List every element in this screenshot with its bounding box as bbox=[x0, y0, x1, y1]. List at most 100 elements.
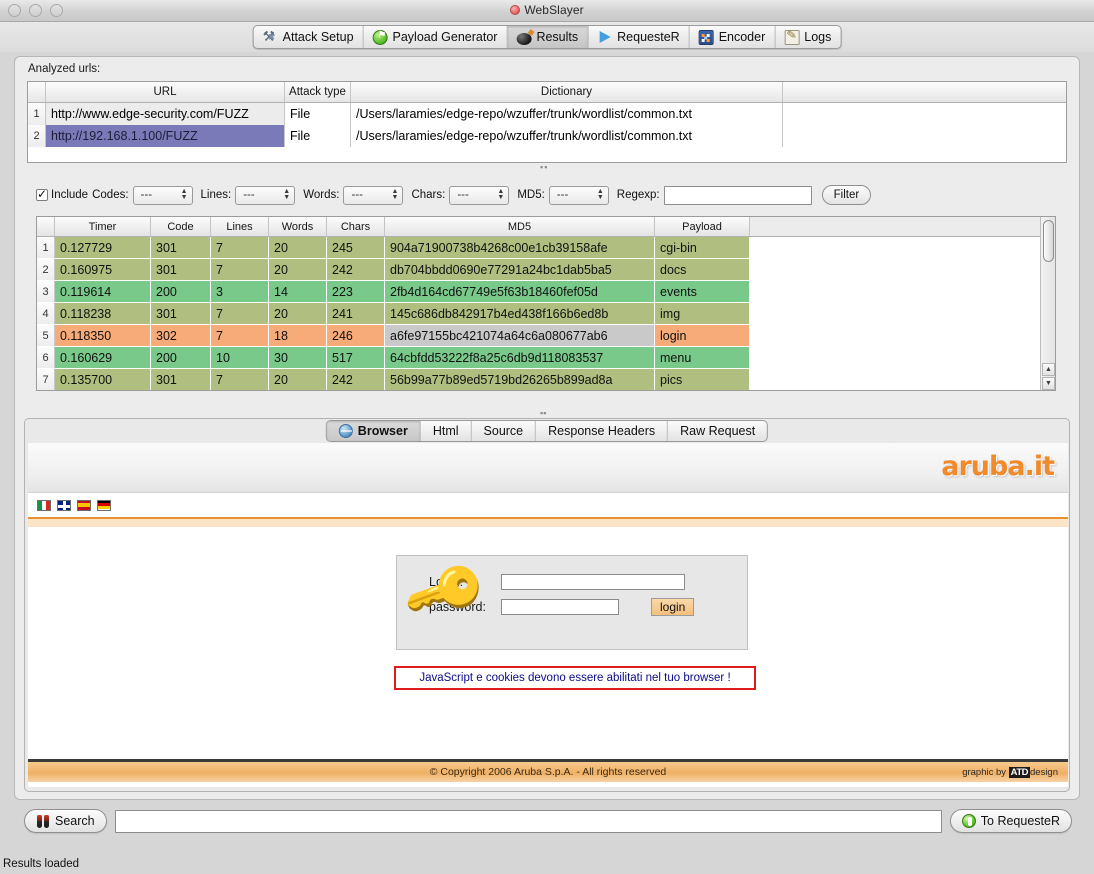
res-cell-chars[interactable]: 517 bbox=[327, 347, 385, 369]
italy-flag-icon[interactable] bbox=[37, 499, 51, 511]
res-cell-chars[interactable]: 242 bbox=[327, 259, 385, 281]
tab-encoder[interactable]: Encoder bbox=[690, 26, 776, 48]
res-col-words[interactable]: Words bbox=[269, 217, 327, 236]
analyzed-urls-table[interactable]: URL Attack type Dictionary 1 http://www.… bbox=[27, 81, 1067, 163]
tab-attack-setup[interactable]: Attack Setup bbox=[254, 26, 364, 48]
login-input[interactable] bbox=[501, 574, 685, 590]
res-cell-code[interactable]: 301 bbox=[151, 369, 211, 390]
res-cell-chars[interactable]: 242 bbox=[327, 369, 385, 390]
uk-flag-icon[interactable] bbox=[57, 499, 71, 511]
res-cell-md5[interactable]: a6fe97155bc421074a64c6a080677ab6 bbox=[385, 325, 655, 347]
res-col-code[interactable]: Code bbox=[151, 217, 211, 236]
res-cell-index[interactable]: 6 bbox=[37, 347, 55, 369]
tab-browser[interactable]: Browser bbox=[326, 421, 421, 441]
url-row-attack-type[interactable]: File bbox=[285, 103, 351, 125]
res-cell-index[interactable]: 5 bbox=[37, 325, 55, 347]
res-cell-md5[interactable]: db704bbdd0690e77291a24bc1dab5ba5 bbox=[385, 259, 655, 281]
res-cell-timer[interactable]: 0.119614 bbox=[55, 281, 151, 303]
res-cell-words[interactable]: 20 bbox=[269, 237, 327, 259]
table-row[interactable]: 1 http://www.edge-security.com/FUZZ File… bbox=[28, 103, 1066, 125]
res-col-timer[interactable]: Timer bbox=[55, 217, 151, 236]
chevron-updown-icon[interactable]: ▲ ▼ bbox=[282, 188, 291, 203]
res-cell-chars[interactable]: 245 bbox=[327, 237, 385, 259]
res-cell-payload[interactable]: img bbox=[655, 303, 750, 325]
tab-payload-generator[interactable]: Payload Generator bbox=[364, 26, 508, 48]
url-row-url[interactable]: http://192.168.1.100/FUZZ bbox=[46, 125, 285, 147]
res-cell-words[interactable]: 20 bbox=[269, 259, 327, 281]
regexp-input[interactable] bbox=[663, 185, 812, 205]
germany-flag-icon[interactable] bbox=[97, 499, 111, 511]
res-cell-timer[interactable]: 0.160975 bbox=[55, 259, 151, 281]
res-cell-index[interactable]: 3 bbox=[37, 281, 55, 303]
results-vertical-scrollbar[interactable]: ▲ ▼ bbox=[1040, 217, 1055, 390]
spain-flag-icon[interactable] bbox=[77, 499, 91, 511]
url-row-dictionary[interactable]: /Users/laramies/edge-repo/wzuffer/trunk/… bbox=[351, 103, 783, 125]
res-cell-words[interactable]: 18 bbox=[269, 325, 327, 347]
res-cell-md5[interactable]: 145c686db842917b4ed438f166b6ed8b bbox=[385, 303, 655, 325]
res-cell-lines[interactable]: 10 bbox=[211, 347, 269, 369]
res-cell-words[interactable]: 14 bbox=[269, 281, 327, 303]
res-cell-code[interactable]: 200 bbox=[151, 281, 211, 303]
res-col-chars[interactable]: Chars bbox=[327, 217, 385, 236]
tab-requester[interactable]: RequesteR bbox=[588, 26, 690, 48]
res-cell-words[interactable]: 20 bbox=[269, 369, 327, 390]
tab-response-headers[interactable]: Response Headers bbox=[536, 421, 669, 441]
res-cell-code[interactable]: 301 bbox=[151, 237, 211, 259]
res-cell-md5[interactable]: 56b99a77b89ed5719bd26265b899ad8a bbox=[385, 369, 655, 390]
lines-stepper[interactable]: --- ▲ ▼ bbox=[235, 185, 296, 205]
res-cell-code[interactable]: 301 bbox=[151, 303, 211, 325]
scroll-up-button[interactable]: ▲ bbox=[1042, 363, 1055, 376]
res-cell-chars[interactable]: 241 bbox=[327, 303, 385, 325]
table-row[interactable]: 2 0.160975 301 7 20 242 db704bbdd0690e77291a24… bbox=[37, 259, 1055, 281]
search-button[interactable]: Search bbox=[24, 809, 107, 833]
results-table[interactable]: Timer Code Lines Words Chars MD5 Payload… bbox=[36, 216, 1056, 391]
res-cell-lines[interactable]: 7 bbox=[211, 237, 269, 259]
table-row[interactable]: 5 0.118350 302 7 18 246 a6fe97155bc421074a64c6… bbox=[37, 325, 1055, 347]
res-cell-timer[interactable]: 0.127729 bbox=[55, 237, 151, 259]
table-row[interactable]: 4 0.118238 301 7 20 241 145c686db842917b4ed438… bbox=[37, 303, 1055, 325]
res-cell-lines[interactable]: 7 bbox=[211, 369, 269, 390]
chevron-updown-icon[interactable]: ▲ ▼ bbox=[180, 188, 189, 203]
res-cell-chars[interactable]: 246 bbox=[327, 325, 385, 347]
res-cell-payload[interactable]: cgi-bin bbox=[655, 237, 750, 259]
tab-source[interactable]: Source bbox=[472, 421, 537, 441]
chevron-updown-icon[interactable]: ▲ ▼ bbox=[496, 188, 505, 203]
res-cell-words[interactable]: 20 bbox=[269, 303, 327, 325]
table-row[interactable]: 3 0.119614 200 3 14 223 2fb4d164cd67749e5f63b1… bbox=[37, 281, 1055, 303]
res-cell-payload[interactable]: login bbox=[655, 325, 750, 347]
chevron-updown-icon[interactable]: ▲ ▼ bbox=[596, 188, 605, 203]
res-cell-words[interactable]: 30 bbox=[269, 347, 327, 369]
url-row-dictionary[interactable]: /Users/laramies/edge-repo/wzuffer/trunk/… bbox=[351, 125, 783, 147]
res-cell-payload[interactable]: pics bbox=[655, 369, 750, 390]
password-input[interactable] bbox=[501, 599, 619, 615]
res-cell-code[interactable]: 302 bbox=[151, 325, 211, 347]
url-row-url[interactable]: http://www.edge-security.com/FUZZ bbox=[46, 103, 285, 125]
res-cell-index[interactable]: 4 bbox=[37, 303, 55, 325]
res-cell-md5[interactable]: 2fb4d164cd67749e5f63b18460fef05d bbox=[385, 281, 655, 303]
scrollbar-thumb[interactable] bbox=[1043, 220, 1054, 262]
table-row[interactable]: 1 0.127729 301 7 20 245 904a71900738b4268c00e1… bbox=[37, 237, 1055, 259]
to-requester-button[interactable]: To RequesteR bbox=[949, 809, 1072, 833]
include-checkbox[interactable] bbox=[36, 187, 48, 201]
res-cell-index[interactable]: 7 bbox=[37, 369, 55, 390]
res-cell-md5[interactable]: 64cbfdd53222f8a25c6db9d118083537 bbox=[385, 347, 655, 369]
res-cell-timer[interactable]: 0.118238 bbox=[55, 303, 151, 325]
main-tabstrip[interactable]: Attack Setup Payload Generator Results R… bbox=[252, 25, 842, 49]
res-cell-index[interactable]: 2 bbox=[37, 259, 55, 281]
res-cell-code[interactable]: 200 bbox=[151, 347, 211, 369]
res-col-payload[interactable]: Payload bbox=[655, 217, 750, 236]
search-input[interactable] bbox=[114, 809, 942, 833]
res-cell-index[interactable]: 1 bbox=[37, 237, 55, 259]
res-cell-timer[interactable]: 0.135700 bbox=[55, 369, 151, 390]
table-row[interactable]: 7 0.135700 301 7 20 242 56b99a77b89ed5719bd262… bbox=[37, 369, 1055, 390]
res-cell-timer[interactable]: 0.160629 bbox=[55, 347, 151, 369]
login-submit-button[interactable]: login bbox=[651, 598, 695, 616]
results-splitter-handle[interactable]: ▪▪ bbox=[540, 408, 546, 418]
res-cell-lines[interactable]: 7 bbox=[211, 325, 269, 347]
tab-logs[interactable]: Logs bbox=[775, 26, 840, 48]
res-cell-payload[interactable]: events bbox=[655, 281, 750, 303]
res-cell-lines[interactable]: 7 bbox=[211, 259, 269, 281]
md5-stepper[interactable]: --- ▲ ▼ bbox=[548, 185, 609, 205]
tab-raw-request[interactable]: Raw Request bbox=[668, 421, 767, 441]
tab-html[interactable]: Html bbox=[421, 421, 472, 441]
